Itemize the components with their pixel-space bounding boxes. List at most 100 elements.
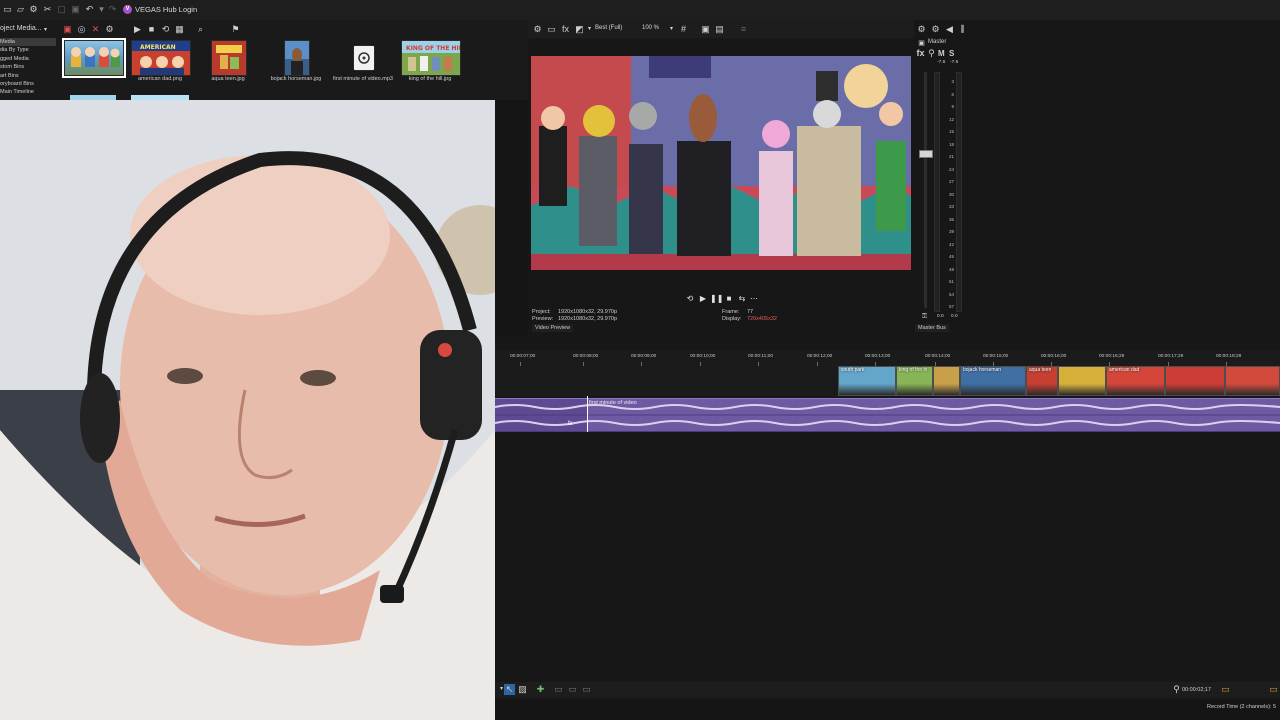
scrub-icon[interactable]: ⇆ — [736, 294, 748, 304]
media-thumbnail-american-dad[interactable]: AMERICAN — [131, 40, 191, 76]
video-track[interactable]: south park king of the hi bojack horseman a… — [495, 366, 1280, 396]
tree-item-tagged-media[interactable]: gged Media — [0, 55, 56, 63]
zoom-level-dropdown[interactable]: 100 % — [642, 25, 659, 31]
cursor-time[interactable]: 00:00:02;17 — [1182, 687, 1211, 693]
trim-tool-icon[interactable]: ▭ — [567, 684, 578, 695]
display-value: 720x405x32 — [747, 316, 777, 322]
selection-tool-icon[interactable]: ✚ — [535, 684, 546, 695]
media-properties-icon[interactable]: ⚙ — [104, 24, 115, 35]
save-snapshot-icon[interactable]: ▤ — [714, 24, 725, 35]
master-fader-handle[interactable] — [919, 150, 933, 158]
lock-icon[interactable]: ⚿ — [919, 311, 930, 322]
undo-history-icon[interactable]: ▾ — [96, 4, 107, 15]
remove-media-icon[interactable]: ✕ — [90, 24, 101, 35]
chevron-down-icon[interactable]: ▾ — [670, 25, 673, 32]
import-media-icon[interactable]: ▣ — [62, 24, 73, 35]
marker-pin-icon[interactable]: ⚲ — [1171, 684, 1182, 695]
tree-item-main-timeline[interactable]: Main Timeline — [0, 88, 56, 96]
search-icon[interactable]: ⌕ — [195, 24, 206, 35]
fx-icon[interactable]: fx — [568, 421, 573, 427]
copy-icon[interactable]: ▢ — [56, 4, 67, 15]
media-thumbnail-south-park[interactable] — [62, 38, 126, 78]
loop-region-icon[interactable]: ▭ — [1220, 684, 1231, 695]
tree-item-smart-bins[interactable]: art Bins — [0, 72, 56, 80]
video-event-clip[interactable]: king of the hi — [896, 366, 933, 396]
solo-button[interactable]: S — [949, 49, 954, 58]
tab-master-bus[interactable]: Master Bus — [915, 324, 949, 332]
media-thumbnail-bojack[interactable] — [284, 40, 310, 76]
fx-icon[interactable]: fx — [560, 24, 571, 35]
split-tool-icon[interactable]: ▭ — [553, 684, 564, 695]
overlays-icon[interactable]: # — [678, 24, 689, 35]
tree-item-storyboard-bins[interactable]: oryboard Bins — [0, 80, 56, 88]
envelope-tool-icon[interactable]: ▨ — [517, 684, 528, 695]
mixer-settings-icon[interactable]: ⚙ — [930, 24, 941, 35]
vegas-hub-login-link[interactable]: VEGAS Hub Login — [135, 5, 197, 14]
video-event-clip[interactable]: american dad — [1106, 366, 1165, 396]
ruler-tick-label: 00:00:07;00 — [510, 354, 536, 359]
marker-tool-icon[interactable]: ▭ — [581, 684, 592, 695]
capture-icon[interactable]: ◎ — [76, 24, 87, 35]
loop-icon[interactable]: ⟲ — [684, 294, 696, 304]
paste-icon[interactable]: ▣ — [70, 4, 81, 15]
cut-icon[interactable]: ✂ — [42, 4, 53, 15]
chevron-down-icon[interactable]: ▾ — [40, 25, 51, 36]
views-icon[interactable]: ▦ — [174, 24, 185, 35]
tab-video-preview[interactable]: Video Preview — [532, 324, 574, 332]
master-fader-track[interactable] — [924, 72, 927, 308]
video-preview-frame[interactable] — [531, 56, 911, 270]
external-monitor-icon[interactable]: ▭ — [546, 24, 557, 35]
auto-preview-icon[interactable]: ⟲ — [160, 24, 171, 35]
favorites-icon[interactable]: ⚑ — [230, 24, 241, 35]
media-view-dropdown[interactable]: oject Media... — [0, 25, 42, 32]
media-thumbnail-aqua-teen[interactable] — [211, 40, 247, 76]
link-icon[interactable]: ⚲ — [926, 48, 937, 59]
fx-icon[interactable]: fx — [915, 48, 926, 59]
stop-icon[interactable]: ■ — [723, 294, 735, 304]
redo-icon[interactable]: ↷ — [107, 4, 118, 15]
normal-edit-tool-icon[interactable]: ↖ — [504, 684, 515, 695]
speaker-icon[interactable]: ◀ — [944, 24, 955, 35]
webcam-person-image — [0, 100, 495, 720]
media-thumbnail-audio[interactable] — [353, 45, 375, 71]
more-icon[interactable]: ⋯ — [748, 294, 760, 304]
preview-menu-icon[interactable]: ≡ — [738, 24, 749, 35]
pause-icon[interactable]: ❚❚ — [710, 294, 723, 304]
video-event-clip[interactable] — [933, 366, 960, 396]
copy-snapshot-icon[interactable]: ▣ — [700, 24, 711, 35]
gear-icon[interactable]: ⚙ — [532, 24, 543, 35]
gear-icon[interactable]: ⚙ — [28, 4, 39, 15]
new-project-icon[interactable]: ▭ — [2, 4, 13, 15]
scale-mark: 51 — [948, 279, 954, 284]
video-event-clip[interactable]: south park — [838, 366, 896, 396]
master-bus-panel: ⚙ ⚙ ◀ ⫼ ▣ Master fx ⚲ M S -7.6 -7.6 3 6 … — [914, 20, 1280, 336]
tree-item-media[interactable]: Media — [0, 38, 56, 47]
timeline-ruler[interactable]: 00:00:07;00 00:00:08;00 00:00:09;00 00:00:1… — [495, 350, 1280, 367]
playhead-cursor[interactable] — [587, 396, 588, 432]
ruler-tick-label: 00:00:16;29 — [1099, 354, 1125, 359]
region-end-icon[interactable]: ▭ — [1268, 684, 1279, 695]
audio-track[interactable]: first minute of video fx — [495, 398, 1280, 432]
vegas-hub-logo-icon[interactable]: V — [123, 5, 132, 14]
split-screen-icon[interactable]: ◩ — [574, 24, 585, 35]
video-event-clip[interactable]: aqua teen — [1026, 366, 1058, 396]
video-event-clip[interactable] — [1165, 366, 1225, 396]
stop-icon[interactable]: ■ — [146, 24, 157, 35]
video-event-clip[interactable] — [1225, 366, 1280, 396]
video-event-clip[interactable] — [1058, 366, 1106, 396]
gear-icon[interactable]: ⚙ — [916, 24, 927, 35]
scale-mark: 30 — [948, 191, 954, 197]
video-event-clip[interactable]: bojack horseman — [960, 366, 1026, 396]
tree-item-custom-bins[interactable]: stom Bins — [0, 63, 56, 71]
preview-quality-dropdown[interactable]: Best (Full) — [595, 25, 622, 31]
open-icon[interactable]: ▱ — [15, 4, 26, 15]
mute-button[interactable]: M — [938, 49, 945, 58]
record-time: Record Time (2 channels): 5 — [1207, 704, 1277, 710]
chevron-down-icon[interactable]: ▾ — [588, 25, 591, 32]
undo-icon[interactable]: ↶ — [84, 4, 95, 15]
play-icon[interactable]: ▶ — [697, 294, 709, 304]
tree-item-media-by-type[interactable]: dia By Type — [0, 46, 56, 54]
play-icon[interactable]: ▶ — [132, 24, 143, 35]
meter-options-icon[interactable]: ⫼ — [957, 24, 968, 35]
media-thumbnail-king-of-the-hill[interactable]: KING OF THE HILL — [401, 40, 467, 76]
